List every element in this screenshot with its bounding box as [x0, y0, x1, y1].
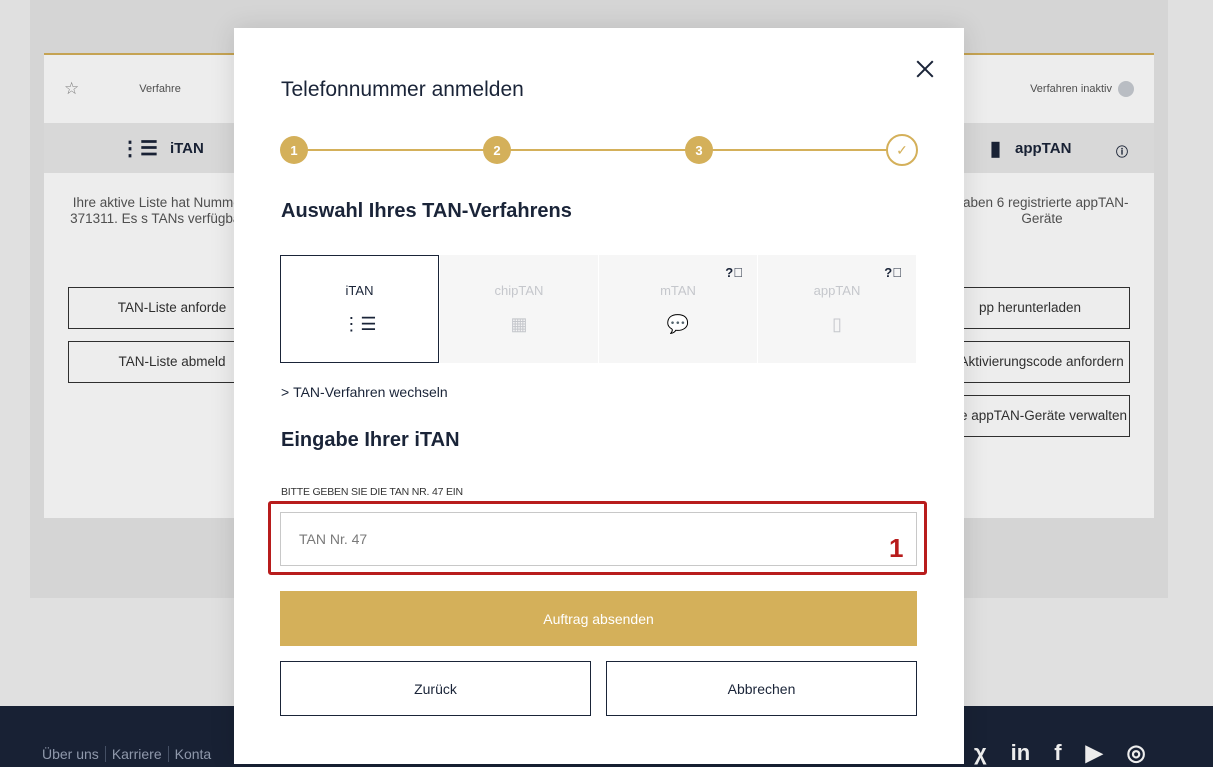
step-complete-check-icon: ✓: [886, 134, 918, 166]
question-icon[interactable]: ?⃝: [884, 265, 902, 280]
switch-method-label: TAN-Verfahren wechseln: [293, 384, 448, 400]
close-icon[interactable]: [914, 58, 936, 80]
tan-field-label: BITTE GEBEN SIE DIE TAN NR. 47 EIN: [281, 486, 463, 498]
tan-input[interactable]: [280, 512, 917, 566]
phone-registration-dialog: Telefonnummer anmelden 1 2 3 ✓ Auswahl I…: [234, 28, 964, 764]
chevron-right-icon: >: [281, 384, 290, 400]
question-icon[interactable]: ?⃝: [725, 265, 743, 280]
annotation-marker: 1: [889, 533, 904, 563]
method-label-mtan: mTAN: [660, 283, 696, 298]
method-label-itan: iTAN: [345, 283, 374, 298]
card-reader-icon: ▦: [510, 314, 528, 334]
smartphone-icon: ▯: [832, 314, 842, 334]
back-button[interactable]: Zurück: [280, 661, 591, 716]
step-1: 1: [280, 136, 308, 164]
method-label-chiptan: chipTAN: [494, 283, 544, 298]
method-option-chiptan[interactable]: chipTAN ▦: [439, 255, 598, 363]
input-section-title: Eingabe Ihrer iTAN: [281, 429, 460, 451]
sms-icon: 💬: [666, 314, 690, 334]
submit-order-button[interactable]: Auftrag absenden: [280, 591, 917, 646]
method-option-apptan[interactable]: ?⃝ appTAN ▯: [757, 255, 916, 363]
stepper-line: [294, 149, 902, 151]
list-numbered-icon: ⋮☰: [342, 314, 377, 334]
method-section-title: Auswahl Ihres TAN-Verfahrens: [281, 200, 572, 222]
method-label-apptan: appTAN: [813, 283, 861, 298]
method-option-mtan[interactable]: ?⃝ mTAN 💬: [598, 255, 757, 363]
step-2: 2: [483, 136, 511, 164]
method-option-itan[interactable]: iTAN ⋮☰: [280, 255, 439, 363]
tan-method-selector: iTAN ⋮☰ chipTAN ▦ ?⃝ mTAN 💬 ?⃝ appTAN ▯: [280, 255, 918, 363]
dialog-title: Telefonnummer anmelden: [281, 78, 524, 101]
cancel-button[interactable]: Abbrechen: [606, 661, 917, 716]
progress-stepper: 1 2 3 ✓: [280, 134, 918, 166]
step-3: 3: [685, 136, 713, 164]
switch-method-link[interactable]: > TAN-Verfahren wechseln: [281, 384, 448, 400]
